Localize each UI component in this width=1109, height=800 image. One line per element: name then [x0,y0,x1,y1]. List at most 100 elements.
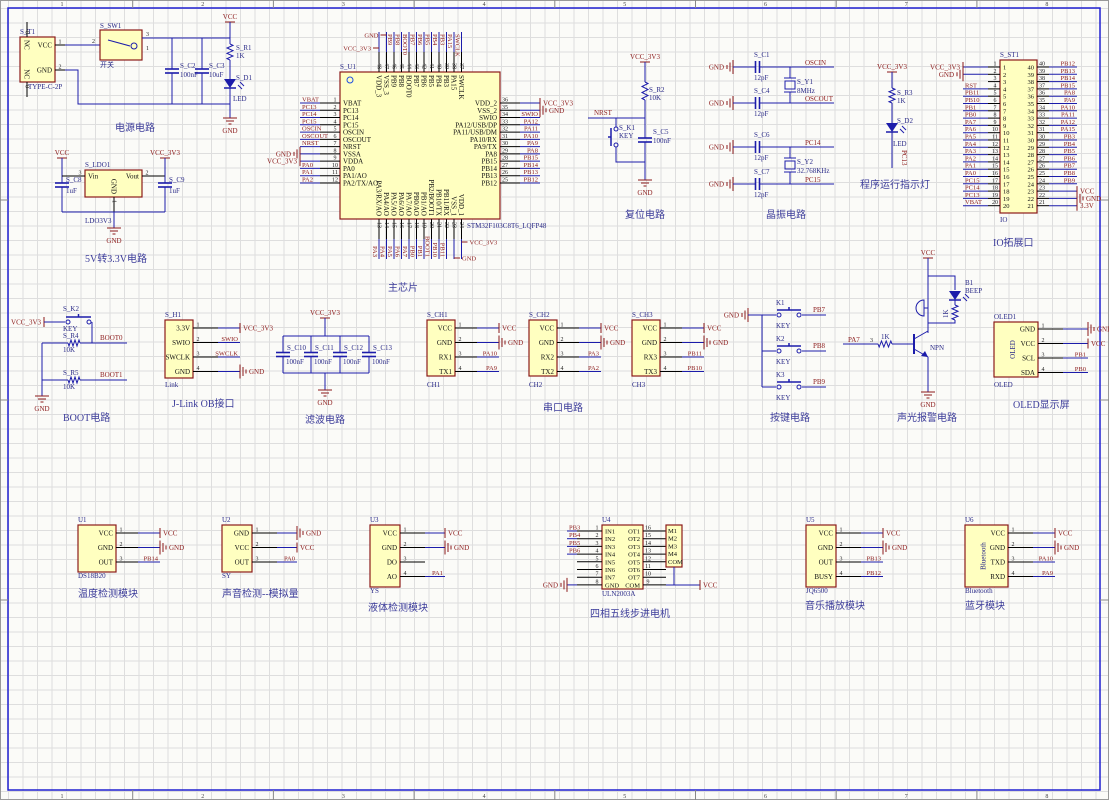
gnd-label: GND [709,100,724,108]
net-label: VBAT [965,199,982,206]
pin-name: GND [1020,326,1035,334]
d2-value: LED [893,140,907,148]
pin-number: 2 [256,542,259,548]
key-contact [613,142,619,148]
pin-name: OT4 [628,552,641,559]
net-label: PB9 [1064,177,1075,184]
power-label: VCC [1091,340,1106,348]
pin-number: 33 [502,119,508,125]
crystal-symbol [784,80,796,90]
c7-ref: S_C7 [754,168,770,176]
pin-name: 18 [1003,189,1010,196]
pin-number: 14 [645,541,651,547]
net-label: PA0 [965,170,976,177]
pin-number: 3 [334,112,337,118]
power-label: VCC [707,325,722,333]
gnd-label: GND [169,544,184,552]
gnd-label: GND [709,181,724,189]
net-label: NRST [594,109,613,117]
pin-number: 42 [421,63,427,69]
pin-name: 8 [1003,116,1006,123]
c11-ref: S_C11 [315,344,334,352]
column-marker: 4 [483,794,486,800]
column-marker: 1 [61,2,64,8]
pin-number: 3 [561,352,564,358]
ic-designator: U5 [806,516,815,524]
pin-number: 37 [458,63,464,69]
net-label: NRST [302,140,319,147]
resistor [950,304,960,321]
section-title-bt: 蓝牙模块 [965,600,1005,612]
pin-number: 11 [645,564,651,570]
d2-ref: S_D2 [897,117,913,125]
buzzer-symbol [915,299,925,317]
npn-collector [913,330,929,340]
net-label: OSCIN [302,126,322,133]
pin-number: 47 [383,63,389,69]
pin-number: 27 [502,163,508,169]
section-title-power: 电源电路 [115,121,155,134]
power-label: VCC [703,582,718,590]
pin-name: SDA [1021,369,1035,377]
pin-name: VCC [1021,340,1036,348]
net-label: PB13 [524,169,538,176]
column-marker: 7 [905,2,908,8]
net-label: PC15 [302,118,316,125]
b1-value: BEEP [965,287,982,295]
c6-ref: S_C6 [754,131,770,139]
y1-value: 8MHz [797,87,815,95]
ic-part-name: STM32F103C8T6_LQFP48 [467,222,547,230]
pin-number: 3 [664,352,667,358]
pin-number: 4 [664,366,667,372]
pin-name: BUSY [814,573,833,581]
pin-name: PB4 [435,75,443,88]
motor-pin-name: M3 [668,543,677,550]
c10-value: 100nF [286,358,304,366]
pin-name: 9 [1003,123,1006,130]
sheet-border [0,0,1109,800]
net-label: PB9 [813,378,826,386]
pin-number: 13 [645,549,651,555]
net-label: PA6 [394,246,401,258]
pin-number: 31 [502,134,508,140]
pin-number: 34 [502,112,508,118]
pin-number: 6 [334,134,337,140]
pin-number: 4 [561,366,564,372]
power-label: VCC [448,530,463,538]
resistor [640,81,650,101]
pin-number: 17 [992,178,998,184]
pin-number: 1 [256,528,259,534]
pin-number: 1 [404,528,407,534]
net-label: PB12 [524,176,538,183]
pin-number: 1 [1012,528,1015,534]
r3-ref: S_R3 [897,89,913,97]
net-label: PB8 [813,342,826,350]
net-label: PA2 [302,176,313,183]
power-label: VCC_3V3 [267,158,297,166]
resistor [877,339,893,349]
ic-part-name: Bluetooth [965,587,993,595]
pin-name: PB10/TX [435,189,443,216]
key2-value: KEY [776,358,790,366]
net-label: PB5 [1064,148,1075,155]
pin-number: 29 [502,148,508,154]
power-label: GND [462,256,476,263]
c1-ref: S_C1 [754,51,770,59]
pin-number: 3 [596,541,599,547]
net-label: PB1 [416,246,423,257]
c5-value: 100nF [653,137,671,145]
section-title-boot: BOOT电路 [63,411,110,424]
pin-number: 21 [436,222,442,228]
pin-number: 30 [1039,135,1045,141]
c9-ref: S_C9 [169,176,185,184]
pin-name: 5 [1003,94,1006,101]
net-label: PA15 [1061,126,1075,133]
motor-pin-name: COM [668,559,683,566]
y1-ref: S_Y1 [797,78,813,86]
gnd-label: GND [1097,326,1109,334]
gnd-label: GND [222,127,237,135]
section-title-filter: 滤波电路 [305,413,345,426]
net-label: PB7 [1064,163,1076,170]
pin-number: 23 [451,222,457,228]
pin-number: 34 [1039,105,1045,111]
